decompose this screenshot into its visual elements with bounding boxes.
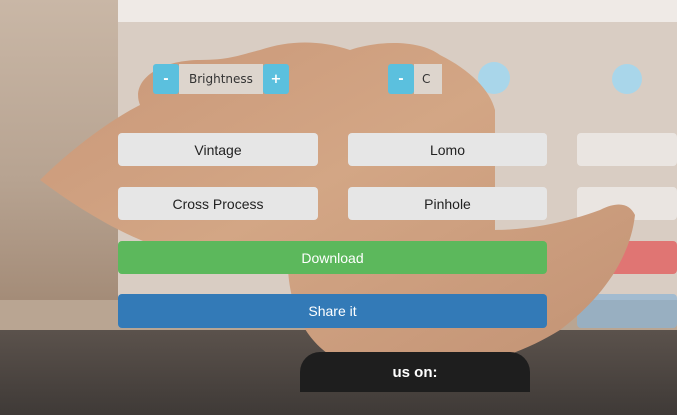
adjust-label: C	[414, 64, 443, 94]
download-button[interactable]: Download	[118, 241, 547, 274]
brightness-control: - Brightness +	[153, 64, 289, 94]
adjust-decrease-button[interactable]: -	[388, 64, 414, 94]
lomo-filter-button[interactable]: Lomo	[348, 133, 547, 166]
pinhole-filter-button[interactable]: Pinhole	[348, 187, 547, 220]
cross-process-filter-button[interactable]: Cross Process	[118, 187, 318, 220]
brightness-decrease-button[interactable]: -	[153, 64, 179, 94]
share-button[interactable]: Share it	[118, 294, 547, 328]
brightness-increase-button[interactable]: +	[262, 64, 289, 94]
follow-us-label: us on:	[300, 352, 530, 392]
vintage-filter-button[interactable]: Vintage	[118, 133, 318, 166]
second-adjust-control: - C	[388, 64, 443, 94]
brightness-label: Brightness	[179, 64, 263, 94]
